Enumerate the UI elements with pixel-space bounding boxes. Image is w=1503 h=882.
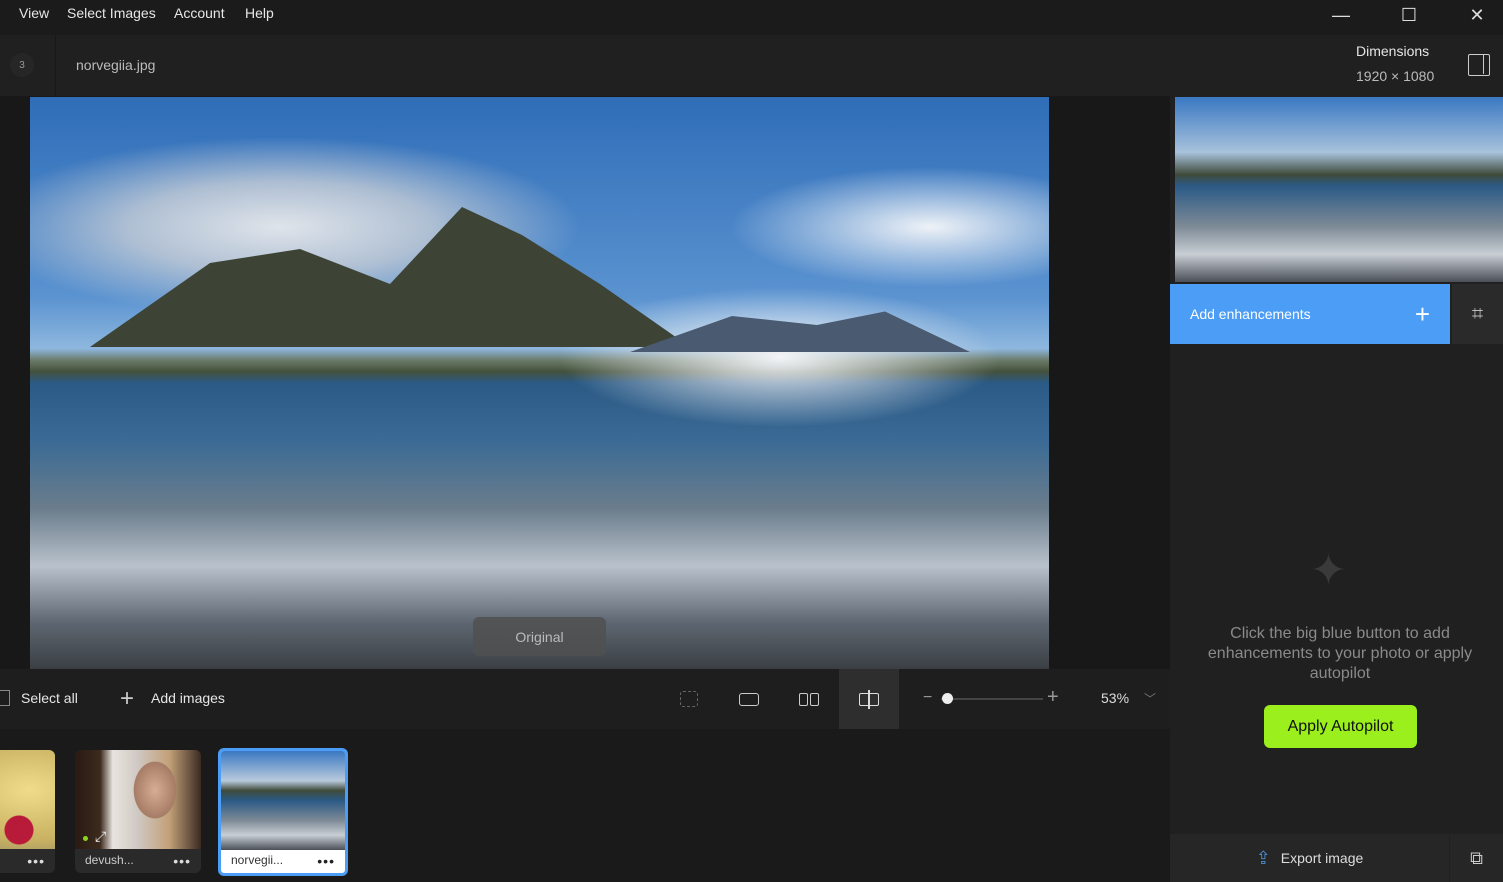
- divider: [55, 35, 56, 96]
- sparkle-icon: ✦: [1310, 546, 1347, 595]
- menu-bar: View Select Images Account Help: [0, 0, 1503, 35]
- export-multiple-icon[interactable]: ⧉: [1450, 834, 1503, 882]
- file-name: norvegiia.jpg: [76, 57, 156, 73]
- add-icon[interactable]: +: [120, 685, 134, 713]
- zoom-out-button[interactable]: −: [923, 689, 932, 707]
- zoom-value[interactable]: 53%: [1101, 690, 1129, 706]
- single-view-icon[interactable]: [725, 669, 773, 729]
- more-options-icon[interactable]: •••: [317, 853, 335, 869]
- more-options-icon[interactable]: •••: [27, 853, 45, 869]
- header: [0, 35, 1503, 96]
- zoom-in-button[interactable]: +: [1047, 686, 1059, 709]
- photo-mountain: [90, 207, 690, 347]
- share-icon: ⇪: [1255, 847, 1271, 868]
- thumbnail-image: [75, 750, 201, 849]
- apply-autopilot-button[interactable]: Apply Autopilot: [1264, 705, 1417, 748]
- original-toggle-button[interactable]: Original: [473, 617, 606, 656]
- thumbnail-devushka[interactable]: ⤢ devush... •••: [75, 750, 201, 873]
- zoom-slider-handle[interactable]: [942, 693, 953, 704]
- thumbnail-image: [0, 750, 55, 849]
- thumbnail-orchid[interactable]: •••: [0, 750, 55, 873]
- add-enhancements-button[interactable]: Add enhancements +: [1170, 284, 1450, 344]
- menu-account[interactable]: Account: [174, 5, 225, 21]
- crop-icon[interactable]: ⌗: [1452, 284, 1503, 344]
- dimensions-value: 1920 × 1080: [1356, 68, 1435, 84]
- dimensions-label: Dimensions: [1356, 43, 1430, 59]
- menu-view[interactable]: View: [19, 5, 49, 21]
- add-images-button[interactable]: Add images: [151, 690, 225, 706]
- menu-help[interactable]: Help: [245, 5, 274, 21]
- export-label: Export image: [1280, 850, 1364, 866]
- photo-distant-hills: [630, 311, 970, 352]
- preview-image: [1175, 97, 1503, 282]
- status-dot-icon: [83, 836, 88, 841]
- select-all-label[interactable]: Select all: [21, 690, 78, 706]
- expand-icon[interactable]: ⤢: [95, 828, 106, 845]
- menu-select-images[interactable]: Select Images: [67, 5, 156, 21]
- add-enhancements-label: Add enhancements: [1190, 306, 1311, 322]
- empty-hint: Click the big blue button to add enhance…: [1207, 625, 1473, 682]
- main-photo[interactable]: [30, 97, 1049, 669]
- thumbnail-label: devush...: [85, 853, 134, 867]
- maximize-button[interactable]: ☐: [1376, 0, 1442, 30]
- snapshot-icon[interactable]: [665, 669, 713, 729]
- select-all-checkbox[interactable]: [0, 690, 10, 706]
- thumbnail-label: norvegii...: [231, 853, 284, 867]
- minimize-button[interactable]: —: [1308, 0, 1374, 30]
- plus-icon: +: [1414, 298, 1430, 329]
- side-by-side-icon[interactable]: [785, 669, 833, 729]
- close-button[interactable]: ✕: [1444, 0, 1503, 30]
- thumbnail-image: [221, 751, 345, 850]
- zoom-dropdown-chevron-icon[interactable]: ﹀: [1144, 690, 1156, 707]
- split-view-icon[interactable]: [839, 669, 899, 729]
- thumbnail-norvegiia[interactable]: norvegii... •••: [218, 748, 348, 876]
- more-options-icon[interactable]: •••: [173, 853, 191, 869]
- export-image-button[interactable]: ⇪ Export image: [1170, 834, 1449, 882]
- image-count-badge: 3: [10, 53, 34, 77]
- toggle-panel-icon[interactable]: [1468, 54, 1490, 76]
- zoom-slider[interactable]: [941, 698, 1043, 700]
